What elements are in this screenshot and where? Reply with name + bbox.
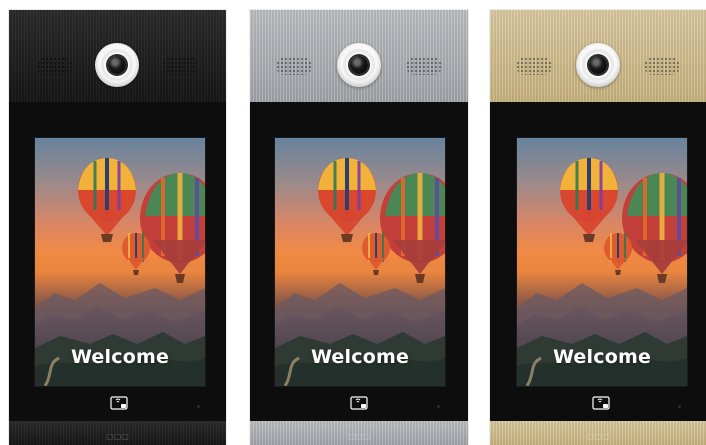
status-led xyxy=(437,405,440,408)
brand-logo: ▢▢▢ xyxy=(106,432,129,441)
speaker-grille-left xyxy=(276,57,312,75)
display-screen: Welcome xyxy=(274,137,446,387)
bottom-cap: ▢▢▢ xyxy=(250,421,468,445)
brand-logo: ▢▢▢ xyxy=(586,432,610,441)
camera-icon xyxy=(337,43,381,87)
speaker-grille-right xyxy=(406,57,442,75)
camera-lens xyxy=(589,56,607,74)
display-screen: Welcome xyxy=(34,137,206,387)
welcome-text: Welcome xyxy=(552,346,652,368)
speaker-grille-left xyxy=(516,57,552,75)
bottom-cap: ▢▢▢ xyxy=(9,421,226,445)
speaker-grille-right xyxy=(644,57,680,75)
speaker-grille-right xyxy=(162,57,198,75)
top-cap xyxy=(250,10,468,102)
camera-lens xyxy=(350,56,368,74)
intercom-panel-black: Welcome ▢▢▢ xyxy=(9,10,226,445)
status-led xyxy=(678,405,681,408)
speaker-grille-left xyxy=(37,57,73,75)
welcome-text: Welcome xyxy=(70,346,170,368)
top-cap xyxy=(9,10,226,102)
camera-icon xyxy=(95,43,139,87)
access-card-icon xyxy=(350,396,368,410)
brand-logo: ▢▢▢ xyxy=(347,432,371,441)
access-card-icon xyxy=(592,396,610,410)
display-screen: Welcome xyxy=(516,137,688,387)
intercom-panel-silver: Welcome ▢▢▢ xyxy=(250,10,468,445)
top-cap xyxy=(490,10,706,102)
intercom-panel-gold: Welcome ▢▢▢ xyxy=(490,10,706,445)
camera-icon xyxy=(576,43,620,87)
welcome-text: Welcome xyxy=(310,346,410,368)
status-led xyxy=(197,405,200,408)
access-card-icon xyxy=(110,396,128,410)
bottom-cap: ▢▢▢ xyxy=(490,421,706,445)
camera-lens xyxy=(108,56,126,74)
